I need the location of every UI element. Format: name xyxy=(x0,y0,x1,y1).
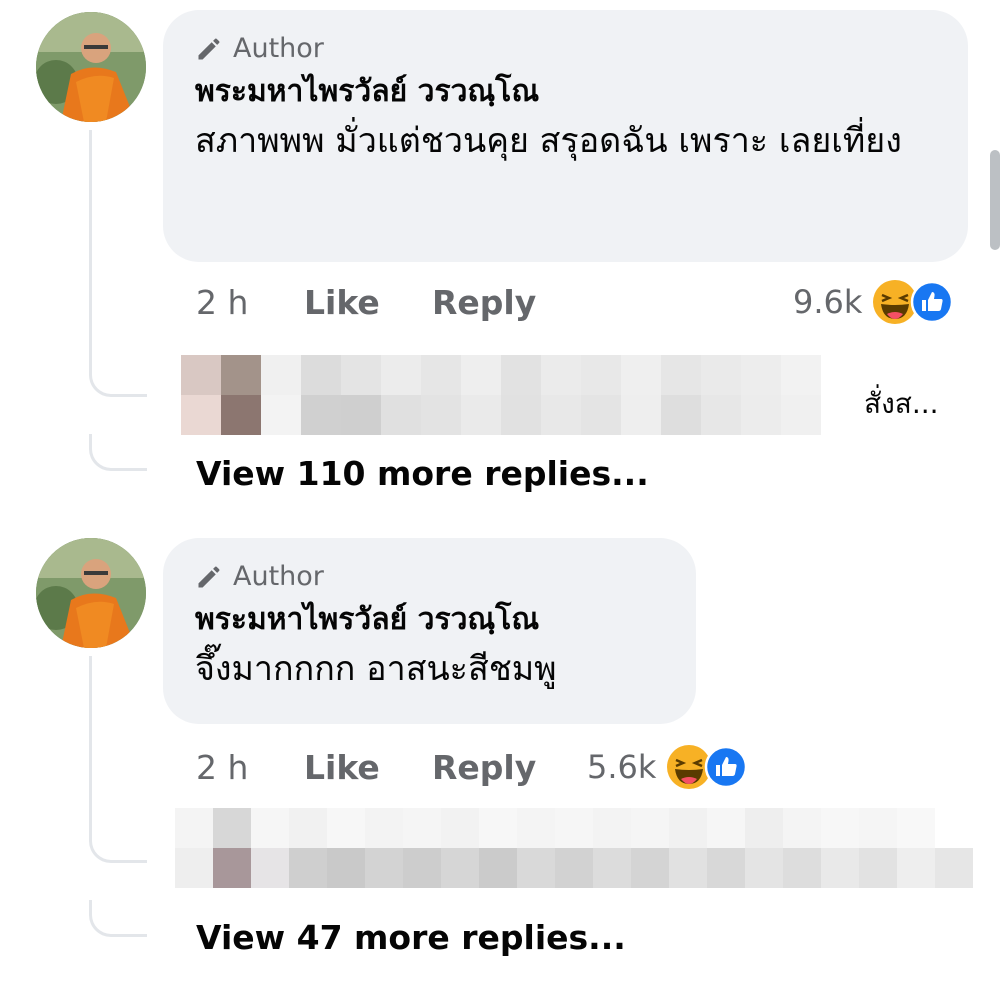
thread-branch xyxy=(89,826,147,863)
timestamp[interactable]: 2 h xyxy=(196,283,304,322)
view-more-replies-link[interactable]: View 47 more replies... xyxy=(196,918,626,957)
author-badge-label: Author xyxy=(233,33,324,64)
thread-branch xyxy=(89,900,147,937)
commenter-name[interactable]: พระมหาไพรวัลย์ วรวณฺโณ xyxy=(195,598,666,642)
author-badge: Author xyxy=(195,560,666,594)
reply-button[interactable]: Reply xyxy=(432,748,536,787)
author-badge: Author xyxy=(195,32,938,66)
thread-line xyxy=(89,130,92,360)
thread-line xyxy=(89,656,92,826)
pencil-icon xyxy=(198,566,220,588)
comment-actions: 2 h Like Reply xyxy=(196,283,536,322)
like-icon xyxy=(705,745,748,789)
thread-branch xyxy=(89,434,147,471)
scrollbar[interactable] xyxy=(990,150,1000,250)
like-icon xyxy=(911,280,954,324)
comment-text: จึ๊งมากกกก อาสนะสีชมพู xyxy=(195,649,557,689)
view-more-replies-link[interactable]: View 110 more replies... xyxy=(196,454,649,493)
reply-button[interactable]: Reply xyxy=(432,283,536,322)
avatar[interactable] xyxy=(36,538,146,648)
comment-actions: 2 h Like Reply xyxy=(196,748,536,787)
blurred-reply-preview[interactable] xyxy=(181,395,821,435)
blurred-reply-preview[interactable] xyxy=(175,848,973,888)
like-button[interactable]: Like xyxy=(304,748,432,787)
reactions-summary[interactable]: 9.6k xyxy=(793,279,954,325)
comment-bubble: Author พระมหาไพรวัลย์ วรวณฺโณ จึ๊งมากกกก… xyxy=(163,538,696,724)
reply-preview-text: สั่งส... xyxy=(864,387,939,420)
blurred-reply-preview[interactable] xyxy=(175,808,935,848)
pencil-icon xyxy=(198,38,220,60)
blurred-reply-preview[interactable] xyxy=(181,355,821,395)
comment-bubble: Author พระมหาไพรวัลย์ วรวณฺโณ สภาพพพ มั่… xyxy=(163,10,968,262)
reaction-count: 5.6k xyxy=(587,748,657,786)
avatar[interactable] xyxy=(36,12,146,122)
author-badge-label: Author xyxy=(233,561,324,592)
like-button[interactable]: Like xyxy=(304,283,432,322)
commenter-name[interactable]: พระมหาไพรวัลย์ วรวณฺโณ xyxy=(195,70,938,114)
comment-text: สภาพพพ มั่วแต่ชวนคุย สรุอดฉัน เพราะ เลยเ… xyxy=(195,121,902,161)
thread-branch xyxy=(89,360,147,397)
reactions-summary[interactable]: 5.6k xyxy=(587,744,748,790)
timestamp[interactable]: 2 h xyxy=(196,748,304,787)
reaction-count: 9.6k xyxy=(793,283,863,321)
